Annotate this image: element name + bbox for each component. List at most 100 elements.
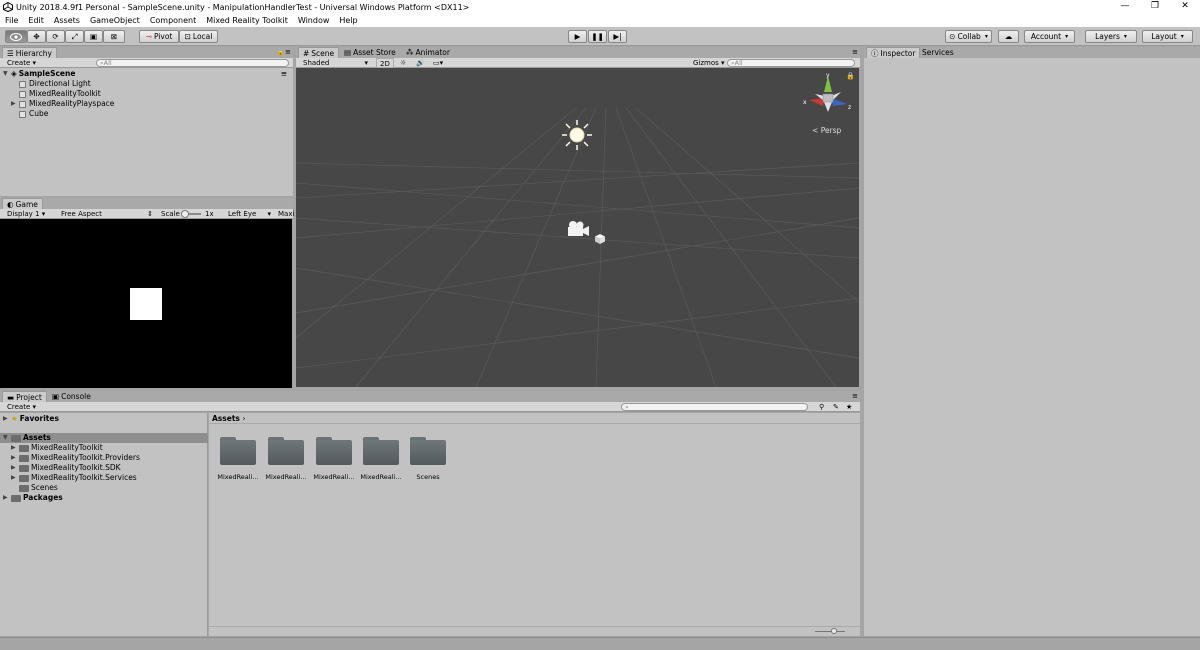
menu-component[interactable]: Component bbox=[145, 15, 201, 27]
asset-tree-item[interactable]: ▶ MixedRealityToolkit.Services bbox=[11, 473, 137, 483]
menu-edit[interactable]: Edit bbox=[23, 15, 49, 27]
aspect-dropdown[interactable]: Free Aspect ⇕ bbox=[58, 209, 156, 219]
collapsed-arrow-icon[interactable]: ▶ bbox=[11, 473, 19, 483]
menu-mixed-reality-toolkit[interactable]: Mixed Reality Toolkit bbox=[201, 15, 293, 27]
scale-slider-thumb[interactable] bbox=[181, 210, 189, 218]
projection-toggle[interactable]: < Persp bbox=[812, 126, 841, 135]
scene-search-input[interactable]: ⌕All bbox=[727, 59, 855, 67]
shading-dropdown[interactable]: Shaded ▾ bbox=[300, 58, 370, 68]
menu-window[interactable]: Window bbox=[293, 15, 335, 27]
rect-tool-button[interactable]: ▣ bbox=[84, 30, 103, 43]
minimize-button[interactable]: — bbox=[1110, 0, 1140, 14]
tab-project[interactable]: ▬ Project bbox=[2, 391, 47, 402]
panel-menu-icon[interactable]: ≡ bbox=[852, 48, 858, 56]
panel-menu-icon[interactable]: ≡ bbox=[852, 392, 858, 400]
display-dropdown[interactable]: Display 1 ▾ bbox=[4, 209, 56, 219]
collapsed-arrow-icon[interactable]: ▶ bbox=[11, 453, 19, 463]
cube-object[interactable] bbox=[594, 233, 606, 245]
asset-folder-item[interactable]: MixedReali... bbox=[265, 437, 307, 481]
asset-tree-item[interactable]: Scenes bbox=[19, 483, 58, 493]
collapsed-arrow-icon[interactable]: ▶ bbox=[3, 493, 11, 503]
2d-toggle-button[interactable]: 2D bbox=[376, 58, 394, 68]
game-viewport[interactable] bbox=[0, 219, 292, 388]
menu-file[interactable]: File bbox=[0, 15, 23, 27]
eye-dropdown[interactable]: Left Eye ▾ bbox=[225, 209, 273, 219]
axis-y-label: y bbox=[826, 72, 830, 79]
tab-console[interactable]: ▣ Console bbox=[48, 391, 95, 402]
tab-asset-store[interactable]: ▤ Asset Store bbox=[340, 47, 400, 58]
scene-menu-icon[interactable]: ≡ bbox=[281, 69, 287, 79]
effects-dropdown-icon[interactable]: ▭▾ bbox=[430, 58, 446, 68]
tab-scene[interactable]: # Scene bbox=[298, 47, 340, 58]
favorites-row[interactable]: ▶ ★ Favorites bbox=[3, 414, 59, 424]
tab-animator[interactable]: ⁂ Animator bbox=[402, 47, 454, 58]
lock-icon[interactable]: 🔒 bbox=[846, 72, 855, 80]
asset-folder-item[interactable]: MixedReali... bbox=[360, 437, 402, 481]
pause-button[interactable]: ❚❚ bbox=[588, 30, 607, 43]
menu-gameobject[interactable]: GameObject bbox=[85, 15, 145, 27]
scale-tool-button[interactable]: ⤢ bbox=[65, 30, 84, 43]
expand-arrow-icon[interactable]: ▼ bbox=[3, 69, 11, 79]
layers-dropdown[interactable]: Layers ▾ bbox=[1085, 30, 1137, 43]
icon-size-slider[interactable] bbox=[815, 631, 845, 632]
project-search-input[interactable]: ⌕ bbox=[621, 403, 808, 411]
step-button[interactable]: ▶| bbox=[608, 30, 627, 43]
menu-assets[interactable]: Assets bbox=[49, 15, 85, 27]
directional-light-icon[interactable] bbox=[562, 120, 592, 150]
lighting-toggle-icon[interactable]: ☼ bbox=[397, 58, 409, 68]
asset-label: MixedReali... bbox=[313, 473, 355, 481]
scene-viewport[interactable]: y x z 🔒 < Persp bbox=[296, 68, 859, 387]
tab-services[interactable]: Services bbox=[918, 47, 958, 58]
favorite-star-icon[interactable]: ★ bbox=[843, 402, 855, 412]
collapsed-arrow-icon[interactable]: ▶ bbox=[3, 414, 11, 424]
play-button[interactable]: ▶ bbox=[568, 30, 587, 43]
collab-dropdown[interactable]: ⊙ Collab ▾ bbox=[945, 30, 992, 43]
icon-size-slider-thumb[interactable] bbox=[831, 628, 837, 634]
collapsed-arrow-icon[interactable]: ▶ bbox=[11, 463, 19, 473]
close-button[interactable]: ✕ bbox=[1170, 0, 1200, 14]
project-create-button[interactable]: Create ▾ bbox=[4, 402, 39, 412]
account-dropdown[interactable]: Account ▾ bbox=[1024, 30, 1075, 43]
hierarchy-create-button[interactable]: Create ▾ bbox=[4, 58, 39, 68]
hierarchy-item[interactable]: Cube bbox=[19, 109, 48, 119]
breadcrumb-assets[interactable]: Assets bbox=[212, 414, 240, 423]
transform-tool-button[interactable]: ⊠ bbox=[103, 30, 125, 43]
tab-inspector[interactable]: ⓘ Inspector bbox=[866, 47, 921, 58]
asset-folder-item[interactable]: MixedReali... bbox=[313, 437, 355, 481]
restore-button[interactable]: ❐ bbox=[1140, 0, 1170, 14]
hierarchy-item[interactable]: Directional Light bbox=[19, 79, 91, 89]
hierarchy-item[interactable]: ▶ MixedRealityPlayspace bbox=[11, 99, 114, 109]
hierarchy-body: ▼ ◈ SampleScene ≡ Directional Light MixedR… bbox=[0, 68, 293, 196]
asset-tree-item[interactable]: ▶ MixedRealityToolkit.SDK bbox=[11, 463, 121, 473]
asset-folder-item[interactable]: MixedReali... bbox=[217, 437, 259, 481]
collapsed-arrow-icon[interactable]: ▶ bbox=[11, 99, 19, 109]
tab-game[interactable]: ◐ Game bbox=[2, 198, 43, 209]
layout-dropdown[interactable]: Layout ▾ bbox=[1142, 30, 1193, 43]
rotate-tool-button[interactable]: ⟳ bbox=[46, 30, 65, 43]
move-tool-button[interactable]: ✥ bbox=[27, 30, 46, 43]
tab-hierarchy[interactable]: ☰ Hierarchy bbox=[2, 47, 57, 58]
menu-help[interactable]: Help bbox=[334, 15, 362, 27]
gizmos-dropdown[interactable]: Gizmos ▾ bbox=[690, 58, 728, 68]
hierarchy-search-input[interactable]: ⌕All bbox=[96, 59, 289, 67]
assets-row[interactable]: ▼ Assets bbox=[0, 433, 208, 443]
maximize-on-play-button[interactable]: Maxi bbox=[275, 209, 297, 219]
collapsed-arrow-icon[interactable]: ▶ bbox=[11, 443, 19, 453]
filter-type-icon[interactable]: ⚲ bbox=[816, 402, 827, 412]
pivot-toggle-button[interactable]: ⊸ Pivot bbox=[139, 30, 179, 43]
cloud-button[interactable]: ☁ bbox=[998, 30, 1019, 43]
audio-toggle-icon[interactable]: 🔊 bbox=[413, 58, 428, 68]
packages-row[interactable]: ▶ Packages bbox=[3, 493, 63, 503]
hierarchy-scene-row[interactable]: ▼ ◈ SampleScene ≡ bbox=[3, 69, 290, 79]
filter-label-icon[interactable]: ✎ bbox=[830, 402, 842, 412]
hand-tool-button[interactable] bbox=[5, 30, 27, 43]
camera-icon[interactable] bbox=[566, 220, 590, 238]
asset-tree-item[interactable]: ▶ MixedRealityToolkit.Providers bbox=[11, 453, 140, 463]
list-icon: ☰ bbox=[7, 48, 14, 58]
local-toggle-button[interactable]: ⊡ Local bbox=[179, 30, 218, 43]
expand-arrow-icon[interactable]: ▼ bbox=[3, 433, 11, 443]
hierarchy-item[interactable]: MixedRealityToolkit bbox=[19, 89, 101, 99]
panel-menu-icon[interactable]: 🔒≡ bbox=[276, 48, 291, 56]
asset-folder-item[interactable]: Scenes bbox=[407, 437, 449, 481]
asset-tree-item[interactable]: ▶ MixedRealityToolkit bbox=[11, 443, 103, 453]
